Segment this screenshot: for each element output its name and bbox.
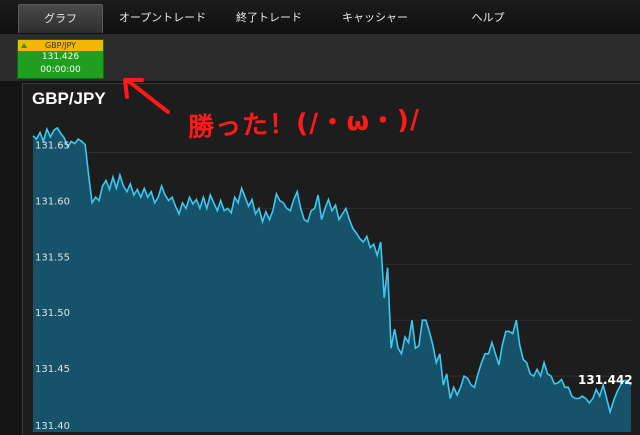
tab-closed-trades[interactable]: 終了トレード — [228, 4, 310, 32]
ticker-price: 131.426 — [41, 52, 80, 62]
y-tick-label: 131.50 — [35, 308, 70, 319]
ticker-symbol: GBP/JPY — [44, 41, 77, 50]
current-price-label: 131.442 — [578, 373, 632, 387]
y-tick-label: 131.65 — [35, 141, 70, 152]
chart-title: GBP/JPY — [32, 89, 106, 108]
tab-cashier[interactable]: キャッシャー — [335, 4, 415, 32]
tab-open-trades[interactable]: オープントレード — [110, 4, 215, 32]
y-tick-label: 131.60 — [35, 196, 70, 207]
main-tab-bar: グラフ オープントレード 終了トレード キャッシャー ヘルプ — [0, 0, 640, 35]
y-tick-label: 131.55 — [35, 252, 70, 263]
price-area — [33, 127, 631, 432]
tab-graph[interactable]: グラフ — [18, 4, 103, 33]
asset-ticker-card[interactable]: GBP/JPY 131.426 00:00:00 — [17, 39, 104, 79]
ticker-header: GBP/JPY — [18, 40, 103, 51]
y-tick-label: 131.40 — [35, 421, 70, 432]
ticker-timer: 00:00:00 — [40, 65, 81, 75]
up-triangle-icon — [21, 43, 27, 48]
price-chart[interactable]: 131.65 131.60 131.55 131.50 131.45 131.40 131.… — [32, 119, 632, 432]
tab-help[interactable]: ヘルプ — [458, 4, 518, 32]
y-tick-label: 131.45 — [35, 364, 70, 375]
